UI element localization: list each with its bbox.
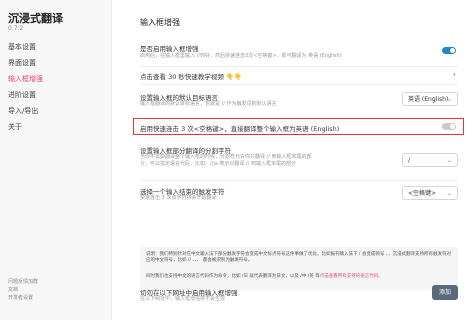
sidebar-item-about[interactable]: 关于 (0, 119, 111, 135)
enable-desc: 启用后，在输入框里输入 //你好，然后快速连击3次<空格键>，即可翻译为 英语 … (140, 53, 342, 59)
separator-desc-2: 分，可以指定语言代码，比如：//ja 表示只翻译 // 到输入框末尾的部分 (140, 161, 296, 167)
note-box: 说明：我们特别针对在中文输入法下部分触发字符会变成中文标点符号这件事做了优化，比… (140, 247, 458, 290)
separator-desc-1: 当你不需要翻译整个输入框的时候，分割符允许你只翻译 // 到输入框末尾的部 (140, 154, 312, 160)
main-panel: 输入框增强 是否启用输入框增强 启用后，在输入框里输入 //你好，然后快速连击3… (132, 0, 466, 320)
enable-row: 是否启用输入框增强 启用后，在输入框里输入 //你好，然后快速连击3次<空格键>… (132, 40, 466, 66)
quick-triple-label: 启用快速连击 3 次<空格键>，直接翻译整个输入框为英语 (English) (140, 125, 340, 133)
note-paragraph-2: 同时我们也支持中文的语言代码作为命令，比如 /日 就代表翻译为日文，以及 /中 … (146, 274, 452, 280)
toggle-knob (450, 48, 455, 53)
separator-value: / (408, 157, 411, 164)
chevron-down-icon: ⌄ (446, 96, 452, 103)
note-paragraph-1: 说明：我们特别针对在中文输入法下部分触发字符会变成中文标点符号这件事做了优化，比… (146, 252, 452, 263)
sidebar-footer: 问题反馈加群 文档 开发者设置 (8, 278, 38, 302)
enable-toggle[interactable] (442, 47, 456, 54)
trigger-row: 选择一个输入结束的触发字符 快速连击 3 次该字符将会开始翻译 <空格键> ⌄ (132, 186, 466, 208)
brand-title: 沉浸式翻译 (8, 12, 63, 25)
toggle-knob (450, 124, 455, 129)
sidebar-item-interface[interactable]: 界面设置 (0, 55, 111, 71)
sidebar-nav: 基本设置 界面设置 输入框增强 进阶设置 导入/导出 关于 (0, 39, 111, 135)
chevron-down-icon: ⌄ (446, 157, 452, 164)
feedback-link[interactable]: 问题反馈加群 (8, 278, 38, 286)
disable-site-desc: 在以下网址中，输入框增强将不会生效 (140, 296, 226, 302)
enable-label: 是否启用输入框增强 (140, 45, 199, 53)
trigger-select[interactable]: <空格键> ⌄ (402, 186, 458, 200)
video-row[interactable]: 点击查看 30 秒快速教学视频 👇👇 › (132, 67, 466, 83)
app-window: 沉浸式翻译 0.7.2 基本设置 界面设置 输入框增强 进阶设置 导入/导出 关… (0, 0, 474, 320)
trigger-value: <空格键> (408, 190, 437, 197)
quick-triple-row: 启用快速连击 3 次<空格键>，直接翻译整个输入框为英语 (English) (132, 118, 466, 135)
language-codes-link[interactable]: 点击查看所有支持的语言代码。 (320, 274, 383, 279)
divider (140, 84, 458, 85)
chevron-down-icon: ⌄ (446, 190, 452, 197)
target-lang-value: 英语 (English) (408, 96, 449, 103)
separator-row: 设置输入框部分翻译的分割字符 当你不需要翻译整个输入框的时候，分割符允许你只翻译… (132, 145, 466, 175)
target-lang-desc: 输入框翻译的默认目标语言，也就是 // 作为触发词的默认语言 (140, 101, 277, 107)
sidebar-item-input-enhance[interactable]: 输入框增强 (0, 71, 111, 87)
disable-site-row: 切勿在以下网址中启用输入框增强 在以下网址中，输入框增强将不会生效 (132, 287, 466, 309)
note-paragraph-2-text: 同时我们也支持中文的语言代码作为命令，比如 /日 就代表翻译为日文，以及 /中 … (146, 274, 320, 279)
video-link[interactable]: 点击查看 30 秒快速教学视频 👇👇 (140, 71, 242, 81)
sidebar-item-import-export[interactable]: 导入/导出 (0, 103, 111, 119)
chevron-right-icon: › (452, 70, 456, 79)
target-lang-select[interactable]: 英语 (English) ⌄ (402, 92, 458, 106)
quick-triple-toggle[interactable] (442, 123, 456, 130)
add-site-button[interactable]: 添加 (432, 285, 458, 300)
sidebar-item-advanced[interactable]: 进阶设置 (0, 87, 111, 103)
sidebar-item-basic[interactable]: 基本设置 (0, 39, 111, 55)
sidebar: 沉浸式翻译 0.7.2 基本设置 界面设置 输入框增强 进阶设置 导入/导出 关… (0, 0, 112, 320)
separator-select[interactable]: / ⌄ (402, 153, 458, 167)
page-title: 输入框增强 (140, 18, 180, 27)
developer-settings-link[interactable]: 开发者设置 (8, 294, 38, 302)
docs-link[interactable]: 文档 (8, 286, 38, 294)
divider (140, 180, 458, 181)
target-lang-row: 设置输入框的默认目标语言 输入框翻译的默认目标语言，也就是 // 作为触发词的默… (132, 92, 466, 114)
version-label: 0.7.2 (8, 25, 24, 32)
trigger-desc: 快速连击 3 次该字符将会开始翻译 (140, 195, 217, 201)
